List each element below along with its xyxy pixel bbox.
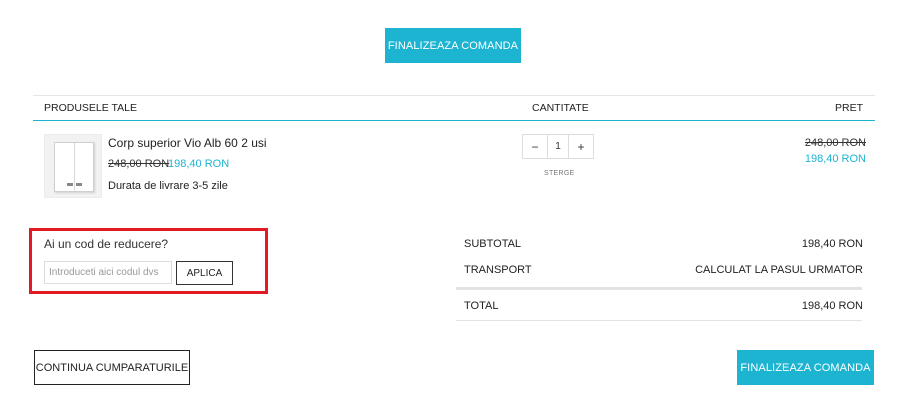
shipping-value: CALCULAT LA PASUL URMATOR — [695, 264, 863, 276]
table-top-divider — [33, 95, 875, 96]
column-header-quantity: CANTITATE — [532, 102, 589, 114]
quantity-value[interactable]: 1 — [547, 135, 569, 158]
apply-promo-label: APLICA — [186, 267, 223, 279]
quantity-decrease-button[interactable]: − — [523, 135, 547, 158]
cabinet-image — [54, 142, 94, 192]
quantity-increase-button[interactable]: + — [569, 135, 593, 158]
quantity-stepper: − 1 + — [522, 134, 594, 159]
remove-item-link[interactable]: STERGE — [544, 170, 575, 177]
subtotal-value: 198,40 RON — [801, 238, 863, 250]
continue-shopping-button[interactable]: CONTINUA CUMPARATURILE — [34, 350, 190, 385]
continue-shopping-label: CONTINUA CUMPARATURILE — [35, 361, 189, 374]
total-value: 198,40 RON — [801, 300, 863, 312]
delivery-time: Durata de livrare 3-5 zile — [108, 180, 228, 192]
total-label: TOTAL — [464, 300, 499, 312]
summary-divider — [456, 287, 862, 290]
product-name-link[interactable]: Corp superior Vio Alb 60 2 usi — [108, 136, 267, 150]
checkout-button-top[interactable]: FINALIZEAZA COMANDA — [385, 28, 521, 63]
shipping-label: TRANSPORT — [464, 264, 532, 276]
product-thumbnail[interactable] — [44, 134, 102, 198]
line-new-price: 198,40 RON — [804, 153, 866, 165]
apply-promo-button[interactable]: APLICA — [176, 261, 233, 285]
table-header-divider — [33, 120, 875, 121]
checkout-button-label: FINALIZEAZA COMANDA — [740, 361, 871, 374]
checkout-button-label: FINALIZEAZA COMANDA — [387, 39, 519, 52]
promo-question: Ai un cod de reducere? — [44, 237, 169, 251]
promo-code-input[interactable] — [44, 261, 172, 284]
line-old-price: 248,00 RON — [804, 137, 866, 149]
checkout-button-bottom[interactable]: FINALIZEAZA COMANDA — [737, 350, 874, 385]
column-header-product: PRODUSELE TALE — [44, 102, 137, 114]
subtotal-label: SUBTOTAL — [464, 238, 522, 250]
product-old-price: 248,00 RON — [108, 158, 170, 170]
column-header-price: PRET — [834, 102, 863, 114]
product-new-price: 198,40 RON — [168, 158, 230, 170]
summary-bottom-divider — [456, 320, 862, 321]
